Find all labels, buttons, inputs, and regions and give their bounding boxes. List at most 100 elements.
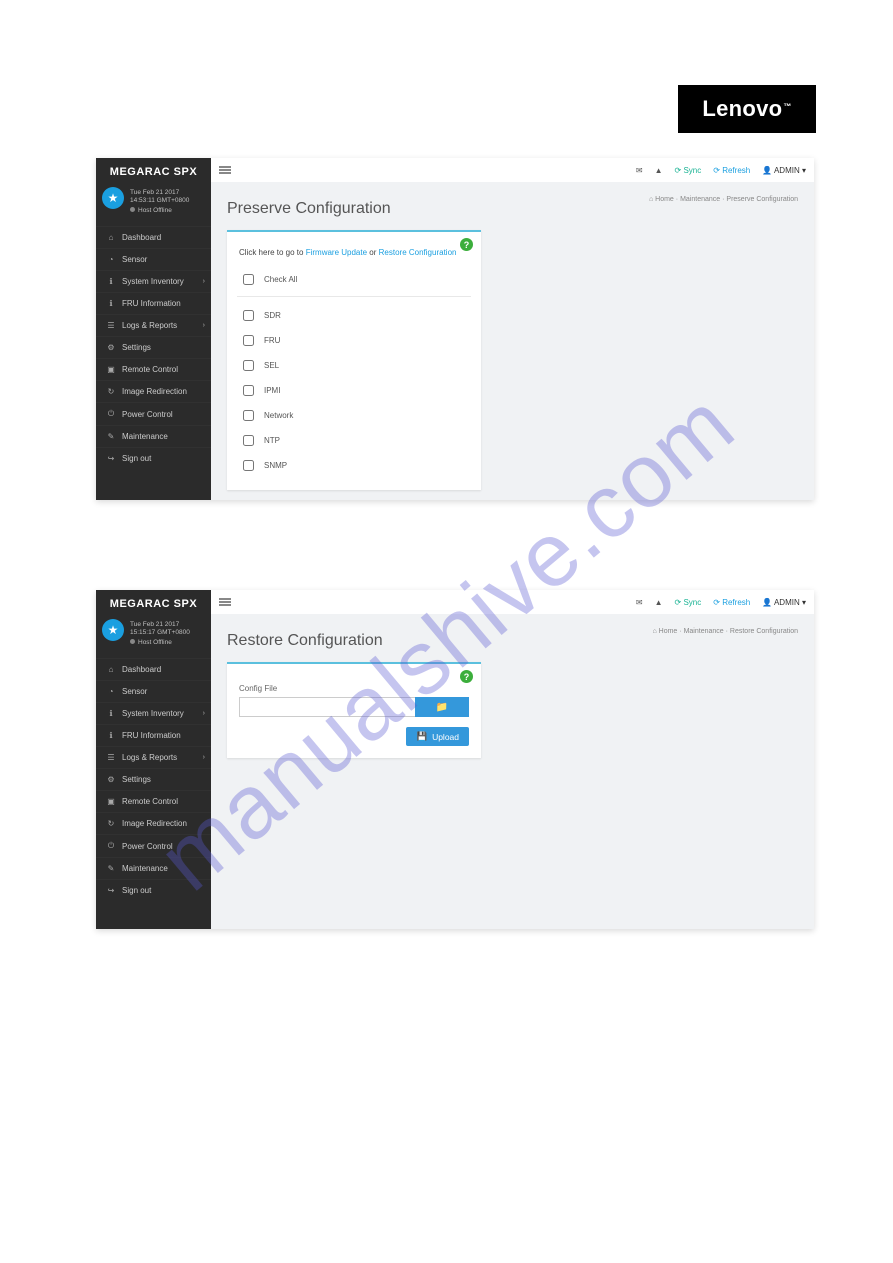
sync-button[interactable]: ⟳ Sync bbox=[675, 166, 702, 175]
sidebar-item[interactable]: ☰ Logs & Reports › bbox=[96, 314, 211, 336]
sidebar-item-label: System Inventory bbox=[122, 709, 184, 718]
sidebar-item[interactable]: ▣ Remote Control bbox=[96, 358, 211, 380]
sidebar-item[interactable]: ↻ Image Redirection bbox=[96, 812, 211, 834]
refresh-button[interactable]: ⟳ Refresh bbox=[713, 598, 750, 607]
sidebar-item[interactable]: ↪ Sign out bbox=[96, 879, 211, 901]
option-checkbox[interactable]: SDR bbox=[239, 303, 469, 328]
preserve-card: ? Click here to go to Firmware Update or… bbox=[227, 230, 481, 490]
mail-icon[interactable]: ✉ bbox=[636, 166, 643, 175]
restore-card: ? Config File 📁 💾 Upload bbox=[227, 662, 481, 758]
sidebar-item[interactable]: ↪ Sign out bbox=[96, 447, 211, 469]
sidebar-item-label: System Inventory bbox=[122, 277, 184, 286]
restore-config-link[interactable]: Restore Configuration bbox=[379, 248, 457, 257]
option-checkbox[interactable]: FRU bbox=[239, 328, 469, 353]
sidebar-item-icon: ▣ bbox=[106, 365, 116, 374]
sidebar-item[interactable]: ⏻ Power Control bbox=[96, 402, 211, 425]
sidebar-item-label: Dashboard bbox=[122, 233, 161, 242]
sidebar-item-label: Remote Control bbox=[122, 365, 178, 374]
sidebar-item-icon: ✎ bbox=[106, 432, 116, 441]
sync-button[interactable]: ⟳ Sync bbox=[675, 598, 702, 607]
user-menu[interactable]: 👤 ADMIN ▾ bbox=[762, 166, 806, 175]
status-block: ★ Tue Feb 21 2017 14:53:11 GMT+0800 Host… bbox=[96, 183, 211, 222]
sidebar-item[interactable]: ☰ Logs & Reports › bbox=[96, 746, 211, 768]
sidebar-item[interactable]: ✎ Maintenance bbox=[96, 425, 211, 447]
chevron-right-icon: › bbox=[203, 278, 205, 285]
folder-icon: 📁 bbox=[436, 702, 448, 713]
app-title: MEGARAC SPX bbox=[96, 590, 211, 615]
browse-button[interactable]: 📁 bbox=[415, 697, 469, 717]
sidebar-item-icon: ⚙ bbox=[106, 343, 116, 352]
screenshot-restore: MEGARAC SPX ★ Tue Feb 21 2017 15:15:17 G… bbox=[96, 590, 814, 929]
sidebar-item-icon: ⌂ bbox=[106, 665, 116, 674]
sidebar-item-icon: ↻ bbox=[106, 819, 116, 828]
firmware-update-link[interactable]: Firmware Update bbox=[306, 248, 367, 257]
topbar: ✉ ▲ ⟳ Sync ⟳ Refresh 👤 ADMIN ▾ bbox=[211, 590, 814, 614]
sidebar-item[interactable]: ℹ System Inventory › bbox=[96, 702, 211, 724]
sidebar-item[interactable]: ◔ Sensor bbox=[96, 248, 211, 270]
sidebar-item-icon: ⌂ bbox=[106, 233, 116, 242]
help-icon[interactable]: ? bbox=[460, 238, 473, 251]
sidebar-item-icon: ⚙ bbox=[106, 775, 116, 784]
config-file-label: Config File bbox=[239, 684, 469, 693]
sidebar-item[interactable]: ⏻ Power Control bbox=[96, 834, 211, 857]
lenovo-logo: Lenovo™ bbox=[678, 85, 816, 133]
options-list: SDR FRU SEL IPMI Network NTP SNMP bbox=[239, 303, 469, 478]
sidebar-nav: ⌂ Dashboard ◔ Sensor ℹ System Inventory … bbox=[96, 226, 211, 469]
sidebar-item-label: Settings bbox=[122, 343, 151, 352]
sidebar-item-label: Settings bbox=[122, 775, 151, 784]
sidebar-item-icon: ◔ bbox=[106, 255, 116, 264]
sidebar-item[interactable]: ⚙ Settings bbox=[96, 336, 211, 358]
star-icon: ★ bbox=[102, 187, 124, 209]
breadcrumb: ⌂ Home · Maintenance · Restore Configura… bbox=[652, 628, 798, 635]
mail-icon[interactable]: ✉ bbox=[636, 598, 643, 607]
sidebar-item[interactable]: ℹ System Inventory › bbox=[96, 270, 211, 292]
sidebar-item-icon: ◔ bbox=[106, 687, 116, 696]
chevron-right-icon: › bbox=[203, 322, 205, 329]
sidebar-item-icon: ↪ bbox=[106, 886, 116, 895]
sidebar-item-label: Image Redirection bbox=[122, 387, 187, 396]
option-checkbox[interactable]: NTP bbox=[239, 428, 469, 453]
sidebar-item-label: Sign out bbox=[122, 454, 151, 463]
sidebar-item-label: Logs & Reports bbox=[122, 321, 177, 330]
hamburger-icon[interactable] bbox=[219, 165, 231, 176]
hamburger-icon[interactable] bbox=[219, 597, 231, 608]
check-all[interactable]: Check All bbox=[239, 267, 469, 292]
sidebar-item[interactable]: ℹ FRU Information bbox=[96, 292, 211, 314]
sidebar-item[interactable]: ↻ Image Redirection bbox=[96, 380, 211, 402]
sidebar-item[interactable]: ⌂ Dashboard bbox=[96, 658, 211, 680]
refresh-button[interactable]: ⟳ Refresh bbox=[713, 166, 750, 175]
sidebar-item-icon: ℹ bbox=[106, 277, 116, 286]
option-checkbox[interactable]: SEL bbox=[239, 353, 469, 378]
sidebar-item-label: Maintenance bbox=[122, 432, 168, 441]
sidebar-item[interactable]: ℹ FRU Information bbox=[96, 724, 211, 746]
save-icon: 💾 bbox=[416, 731, 427, 742]
option-checkbox[interactable]: Network bbox=[239, 403, 469, 428]
upload-button[interactable]: 💾 Upload bbox=[406, 727, 469, 746]
sidebar-item-label: Maintenance bbox=[122, 864, 168, 873]
sidebar-item-label: FRU Information bbox=[122, 731, 181, 740]
sidebar-item-icon: ⏻ bbox=[106, 841, 116, 851]
option-checkbox[interactable]: SNMP bbox=[239, 453, 469, 478]
sidebar-item-icon: ℹ bbox=[106, 709, 116, 718]
sidebar-item[interactable]: ▣ Remote Control bbox=[96, 790, 211, 812]
app-title: MEGARAC SPX bbox=[96, 158, 211, 183]
sidebar-item-icon: ↻ bbox=[106, 387, 116, 396]
config-file-input[interactable] bbox=[239, 697, 415, 717]
screenshot-preserve: MEGARAC SPX ★ Tue Feb 21 2017 14:53:11 G… bbox=[96, 158, 814, 500]
option-checkbox[interactable]: IPMI bbox=[239, 378, 469, 403]
sidebar-item-label: Dashboard bbox=[122, 665, 161, 674]
warning-icon[interactable]: ▲ bbox=[655, 166, 663, 175]
intro-text: Click here to go to Firmware Update or R… bbox=[239, 248, 469, 257]
sidebar-item[interactable]: ◔ Sensor bbox=[96, 680, 211, 702]
sidebar-item[interactable]: ⚙ Settings bbox=[96, 768, 211, 790]
star-icon: ★ bbox=[102, 619, 124, 641]
sidebar: MEGARAC SPX ★ Tue Feb 21 2017 15:15:17 G… bbox=[96, 590, 211, 929]
sidebar-item-icon: ℹ bbox=[106, 299, 116, 308]
user-menu[interactable]: 👤 ADMIN ▾ bbox=[762, 598, 806, 607]
warning-icon[interactable]: ▲ bbox=[655, 598, 663, 607]
sidebar-item-icon: ✎ bbox=[106, 864, 116, 873]
help-icon[interactable]: ? bbox=[460, 670, 473, 683]
sidebar-item[interactable]: ✎ Maintenance bbox=[96, 857, 211, 879]
sidebar-item-label: Power Control bbox=[122, 842, 173, 851]
sidebar-item[interactable]: ⌂ Dashboard bbox=[96, 226, 211, 248]
